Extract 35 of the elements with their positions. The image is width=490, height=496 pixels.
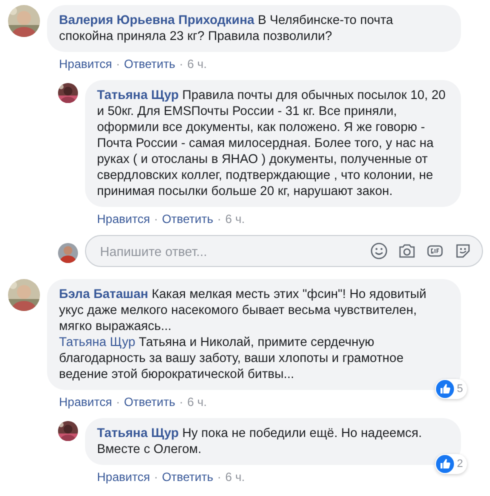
action-link[interactable]: Ответить — [162, 212, 214, 226]
author-link[interactable]: Татьяна Щур — [97, 426, 179, 440]
comment-text: Татьяна Щур Ну пока не победили ещё. Но надеемся. Вместе с Олегом. — [97, 425, 423, 457]
camera-icon[interactable] — [398, 242, 416, 260]
comment-text: Валерия Юрьевна Приходкина В Челябинске-то почта спокойна приняла 23 кг? Правила позволили? — [59, 12, 394, 44]
author-link[interactable]: Татьяна Щур — [97, 88, 179, 102]
comment-text: Татьяна Щур Правила почты для обычных посылок 10, 20 и 50кг. Для EMSПочты России - 31 кг. Все приняли, оформили все документы, как положено. Я же говорю - Почта России - самая милосердная. Более того, у нас на руках ( и отосланы в ЯНАО ) документы, полученные от свердловских коллег, подтверждающие , что колонии, не принимая посылки больше 20 кг, нарушают закон. — [97, 87, 447, 199]
like-icon — [436, 380, 454, 398]
separator-dot: · — [217, 470, 222, 484]
action-link[interactable]: Ответить — [124, 57, 176, 71]
author-link[interactable]: Валерия Юрьевна Приходкина — [59, 13, 254, 27]
like-count: 2 — [456, 458, 463, 470]
separator-dot: · — [154, 212, 158, 226]
separator-dot: · — [179, 57, 184, 71]
action-link[interactable]: Нравится — [59, 395, 112, 409]
separator-dot: · — [116, 57, 120, 71]
separator-dot: · — [116, 395, 120, 409]
action-link[interactable]: Ответить — [124, 395, 176, 409]
separator-dot: · — [154, 470, 158, 484]
emoji-icon[interactable] — [370, 242, 388, 260]
comment-text: Бэла Баташан Какая мелкая месть этих "фсин"! Но ядовитый укус даже мелкого насекомого бывает весьма чувствителен, мягко выражаясь... — [59, 286, 428, 334]
sticker-icon[interactable] — [454, 242, 472, 260]
action-link[interactable]: Нравится — [59, 57, 112, 71]
reply-box[interactable]: Напишите ответ... — [85, 235, 483, 267]
action-link[interactable]: Ответить — [162, 470, 214, 484]
like-icon — [436, 455, 454, 473]
mention-link[interactable]: Татьяна Щур — [59, 335, 136, 349]
separator-dot: · — [217, 212, 222, 226]
reply-field[interactable]: Напишите ответ... — [98, 242, 360, 260]
separator-dot: · — [179, 395, 184, 409]
action-link[interactable]: Нравится — [97, 212, 150, 226]
comment-text: Татьяна Щур Татьяна и Николай, примите сердечную благодарность за вашу заботу, ваши хлопоты и грамотное ведение этой бюрократической битвы... — [59, 334, 405, 382]
like-count: 5 — [456, 383, 463, 395]
author-link[interactable]: Бэла Баташан — [59, 287, 148, 301]
action-link[interactable]: Нравится — [97, 470, 150, 484]
